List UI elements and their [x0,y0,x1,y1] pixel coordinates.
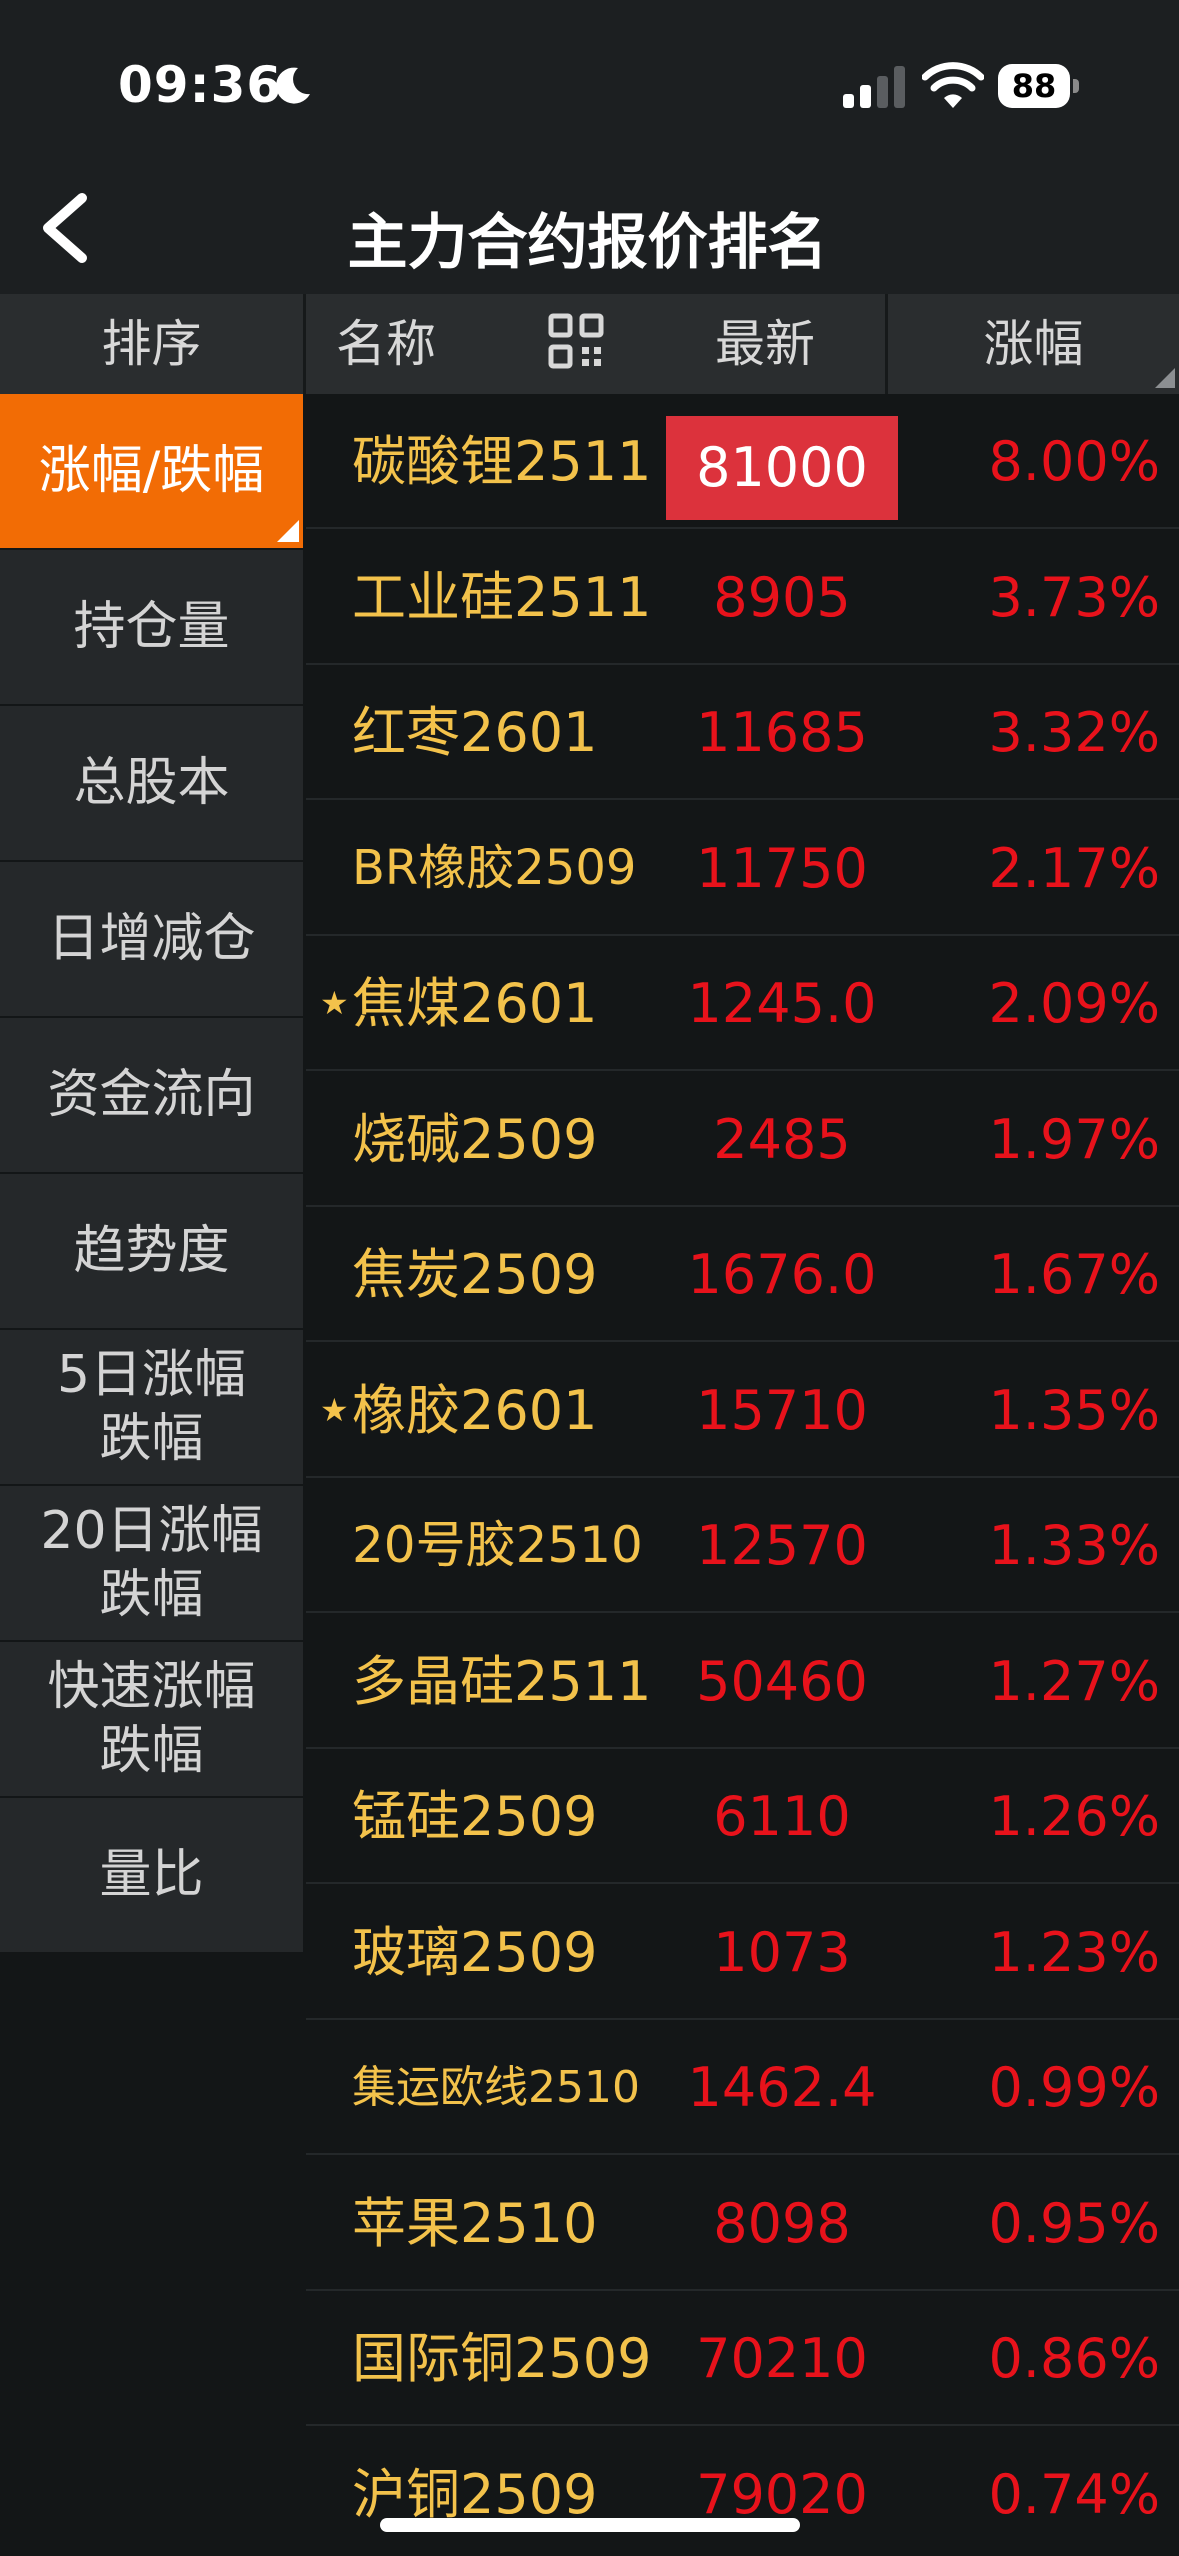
status-time: 09:36 [118,56,283,114]
table-row[interactable]: 碳酸锂2511 81000 8.00% [306,394,1179,529]
change-percent: 2.09% [988,972,1160,1035]
change-percent: 3.32% [988,701,1160,764]
sidebar-item-volume-ratio[interactable]: 量比 [0,1798,303,1954]
latest-price: 12570 [696,1514,868,1577]
sidebar-item-20day-change[interactable]: 20日涨幅 跌幅 [0,1486,303,1642]
change-percent: 0.99% [988,2056,1160,2119]
contract-name: 碳酸锂2511 [352,430,652,493]
quote-table: 碳酸锂2511 81000 8.00% 工业硅2511 8905 3.73% 红枣2601 1… [306,394,1179,2556]
change-percent: 0.86% [988,2327,1160,2390]
contract-name: 锰硅2509 [352,1785,598,1848]
contract-name: 红枣2601 [352,701,598,764]
signal-icon [843,66,905,108]
contract-name: 焦煤2601 [352,972,598,1035]
latest-price: 79020 [696,2463,868,2526]
table-row[interactable]: ★ 橡胶2601 15710 1.35% [306,1343,1179,1478]
sort-sidebar: 涨幅/跌幅 持仓量 总股本 日增减仓 资金流向 趋势度 5日涨幅 跌幅 20日涨… [0,394,303,2556]
contract-name: 橡胶2601 [352,1379,598,1442]
table-row[interactable]: 国际铜2509 70210 0.86% [306,2291,1179,2426]
sort-indicator-icon [1155,368,1175,388]
sidebar-item-total-shares[interactable]: 总股本 [0,706,303,862]
change-percent: 1.35% [988,1379,1160,1442]
sidebar-item-daily-position-change[interactable]: 日增减仓 [0,862,303,1018]
latest-price: 1676.0 [687,1243,877,1306]
latest-price: 70210 [696,2327,868,2390]
change-percent: 2.17% [988,837,1160,900]
table-row[interactable]: 焦炭2509 1676.0 1.67% [306,1207,1179,1342]
contract-name: 工业硅2511 [352,566,652,629]
change-percent: 1.26% [988,1785,1160,1848]
wifi-icon [922,62,984,108]
table-row[interactable]: ★ 焦煤2601 1245.0 2.09% [306,936,1179,1071]
change-percent: 0.74% [988,2463,1160,2526]
contract-name: 多晶硅2511 [352,1650,652,1713]
battery-icon: 88 [998,64,1080,108]
page-title: 主力合约报价排名 [347,208,828,278]
table-row[interactable]: 苹果2510 8098 0.95% [306,2156,1179,2291]
contract-name: 沪铜2509 [352,2463,598,2526]
star-icon: ★ [320,1391,349,1429]
latest-price: 15710 [696,1379,868,1442]
change-percent: 1.67% [988,1243,1160,1306]
change-percent: 1.27% [988,1650,1160,1713]
change-column-header[interactable]: 涨幅 [888,294,1179,394]
latest-price: 11750 [696,837,868,900]
contract-name: 玻璃2509 [352,1921,598,1984]
change-percent: 1.97% [988,1108,1160,1171]
contract-name: 焦炭2509 [352,1243,598,1306]
table-row[interactable]: 玻璃2509 1073 1.23% [306,1885,1179,2020]
latest-price: 1462.4 [687,2056,877,2119]
selected-indicator-icon [277,520,299,542]
sidebar-item-trend[interactable]: 趋势度 [0,1174,303,1330]
moon-icon [276,67,310,104]
sidebar-item-change[interactable]: 涨幅/跌幅 [0,394,303,550]
table-row[interactable]: 沪铜2509 79020 0.74% [306,2427,1179,2556]
nav-bar: 主力合约报价排名 [0,160,1179,294]
sidebar-item-5day-change[interactable]: 5日涨幅 跌幅 [0,1330,303,1486]
battery-level: 88 [1011,67,1057,105]
home-indicator[interactable] [380,2518,800,2532]
sidebar-item-fast-change[interactable]: 快速涨幅 跌幅 [0,1642,303,1798]
change-percent: 3.73% [988,566,1160,629]
sidebar-item-fund-flow[interactable]: 资金流向 [0,1018,303,1174]
table-row[interactable]: 工业硅2511 8905 3.73% [306,530,1179,665]
table-row[interactable]: 20号胶2510 12570 1.33% [306,1478,1179,1613]
contract-name: 国际铜2509 [352,2327,652,2390]
table-row[interactable]: 烧碱2509 2485 1.97% [306,1072,1179,1207]
latest-price: 1245.0 [687,972,877,1035]
name-column-header[interactable]: 名称 [336,294,436,394]
sidebar-item-open-interest[interactable]: 持仓量 [0,550,303,706]
contract-name: 集运欧线2510 [352,2062,640,2113]
latest-price: 2485 [713,1108,851,1171]
change-percent: 1.33% [988,1514,1160,1577]
table-row[interactable]: 集运欧线2510 1462.4 0.99% [306,2020,1179,2155]
table-row[interactable]: 锰硅2509 6110 1.26% [306,1749,1179,1884]
qr-code-icon[interactable] [548,313,604,369]
latest-price: 81000 [666,416,898,520]
latest-price: 1073 [713,1921,851,1984]
latest-column-header[interactable]: 最新 [660,294,870,394]
app-screen: 09:36 88 主力合约报价排名 排序 名称 最新 涨幅 涨幅/跌幅 持仓量 … [0,0,1179,2556]
contract-name: 苹果2510 [352,2192,598,2255]
sort-header: 排序 [101,315,202,373]
latest-price: 11685 [696,701,868,764]
table-row[interactable]: 红枣2601 11685 3.32% [306,665,1179,800]
latest-price: 50460 [696,1650,868,1713]
status-bar: 09:36 88 [0,0,1179,160]
change-percent: 8.00% [988,430,1160,493]
change-percent: 0.95% [988,2192,1160,2255]
latest-price: 8098 [713,2192,851,2255]
table-row[interactable]: BR橡胶2509 11750 2.17% [306,801,1179,936]
latest-price: 6110 [713,1785,851,1848]
table-row[interactable]: 多晶硅2511 50460 1.27% [306,1614,1179,1749]
contract-name: 烧碱2509 [352,1108,598,1171]
star-icon: ★ [320,984,349,1022]
header-divider [303,294,306,394]
contract-name: 20号胶2510 [352,1516,643,1574]
latest-price: 8905 [713,566,851,629]
change-percent: 1.23% [988,1921,1160,1984]
contract-name: BR橡胶2509 [352,840,637,896]
